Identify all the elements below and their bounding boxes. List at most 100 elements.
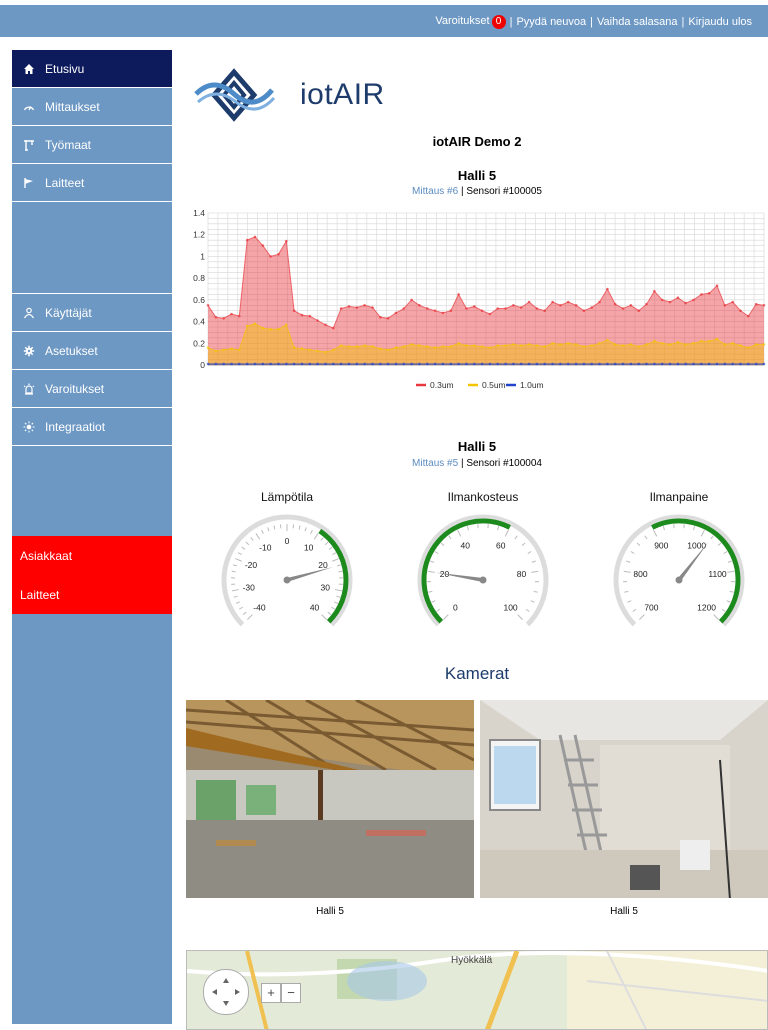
data-point — [731, 301, 734, 304]
data-point — [324, 324, 327, 327]
data-point — [395, 346, 398, 349]
gauge-temperature: Lämpötila -40-30-20-10010203040 — [212, 490, 362, 640]
gauge-tick — [314, 533, 318, 539]
gauge-tick-label: 800 — [633, 569, 647, 579]
map-pan-control[interactable] — [203, 969, 249, 1015]
camera-tile[interactable]: Halli 5 — [186, 700, 474, 917]
camera-image[interactable] — [480, 700, 768, 898]
data-point — [269, 255, 272, 258]
data-point — [520, 306, 523, 309]
gauge-tick — [722, 609, 725, 611]
gauge-tick-label: 0 — [285, 536, 290, 546]
gauge-tick-label: 60 — [496, 540, 506, 550]
gauge-tick — [274, 526, 275, 530]
gauge-tick — [730, 591, 734, 592]
gauge-tick — [498, 526, 499, 530]
ask-help-link[interactable]: Pyydä neuvoa — [516, 16, 586, 28]
data-point — [520, 363, 523, 366]
measurement-link[interactable]: Mittaus #6 — [412, 186, 458, 197]
chart-legend: 0.3um0.5um1.0um — [416, 380, 544, 390]
gauge-tick — [441, 543, 444, 546]
map-zoom-out-button[interactable]: − — [281, 983, 301, 1003]
data-point — [528, 343, 531, 346]
data-point — [316, 319, 319, 322]
gauge-tick — [329, 547, 332, 549]
data-point — [481, 345, 484, 348]
map[interactable]: Hyökkälä + − — [186, 950, 768, 1030]
nav-kayttajat[interactable]: Käyttäjät — [12, 294, 172, 332]
nav-integraatiot[interactable]: Integraatiot — [12, 408, 172, 446]
nav-label: Mittaukset — [45, 100, 100, 114]
data-point — [356, 363, 359, 366]
nav-tyomaat[interactable]: Työmaat — [12, 126, 172, 164]
chart-section-title: Halli 5 — [186, 168, 768, 183]
flag-icon — [22, 176, 36, 190]
camera-tile[interactable]: Halli 5 — [480, 700, 768, 917]
data-point — [614, 303, 617, 306]
map-zoom-in-button[interactable]: + — [261, 983, 281, 1003]
gauge-title: Ilmanpaine — [604, 490, 754, 504]
gauge-section-subtitle: Mittaus #5 | Sensori #100004 — [186, 458, 768, 469]
data-point — [246, 325, 249, 328]
data-point — [724, 363, 727, 366]
gauge-tick — [435, 551, 438, 553]
data-point — [630, 363, 633, 366]
data-point — [536, 344, 539, 347]
nav-varoitukset[interactable]: Varoitukset — [12, 370, 172, 408]
nav-mittaukset[interactable]: Mittaukset — [12, 88, 172, 126]
data-point — [708, 292, 711, 295]
gauge-tick — [428, 591, 432, 592]
nav-laitteet-admin[interactable]: Laitteet — [12, 575, 172, 614]
data-point — [731, 342, 734, 345]
data-point — [426, 345, 429, 348]
data-point — [340, 307, 343, 310]
gauge-tick — [239, 607, 242, 609]
data-point — [755, 303, 758, 306]
nav-label: Laitteet — [45, 176, 84, 190]
data-point — [363, 344, 366, 347]
camera-caption: Halli 5 — [480, 906, 768, 917]
data-point — [332, 349, 335, 352]
gauge-tick — [328, 612, 331, 614]
nav-asiakkaat[interactable]: Asiakkaat — [12, 536, 172, 575]
logout-link[interactable]: Kirjaudu ulos — [688, 16, 752, 28]
nav-laitteet[interactable]: Laitteet — [12, 164, 172, 202]
nav-asetukset[interactable]: Asetukset — [12, 332, 172, 370]
data-point — [348, 363, 351, 366]
warnings-link[interactable]: Varoitukset0 — [435, 15, 505, 29]
gauge-tick-label: -40 — [253, 603, 266, 613]
data-point — [340, 363, 343, 366]
gauge-tick — [637, 543, 640, 546]
data-point — [559, 363, 562, 366]
data-point — [332, 327, 335, 330]
data-point — [653, 363, 656, 366]
gauge-tick — [338, 571, 342, 572]
data-point — [410, 343, 413, 346]
data-point — [465, 363, 468, 366]
data-point — [371, 363, 374, 366]
data-point — [387, 349, 390, 352]
gauge-tick — [299, 526, 300, 530]
gauge-tick — [522, 543, 525, 546]
data-point — [692, 363, 695, 366]
data-point — [543, 309, 546, 312]
data-point — [630, 343, 633, 346]
measurement-link[interactable]: Mittaus #5 — [412, 458, 458, 469]
data-point — [230, 363, 233, 366]
camera-image[interactable] — [186, 700, 474, 898]
nav-label: Käyttäjät — [45, 306, 92, 320]
users-icon — [22, 306, 36, 320]
change-password-link[interactable]: Vaihda salasana — [597, 16, 678, 28]
data-point — [684, 363, 687, 366]
data-point — [285, 240, 288, 243]
data-point — [677, 296, 680, 299]
gauge-section-title: Halli 5 — [186, 439, 768, 454]
gauge-tick — [505, 530, 508, 536]
data-point — [238, 315, 241, 318]
data-point — [747, 363, 750, 366]
nav-etusivu[interactable]: Etusivu — [12, 50, 172, 88]
legend-label: 1.0um — [520, 380, 544, 390]
data-point — [457, 293, 460, 296]
sun-icon — [22, 420, 36, 434]
data-point — [395, 363, 398, 366]
